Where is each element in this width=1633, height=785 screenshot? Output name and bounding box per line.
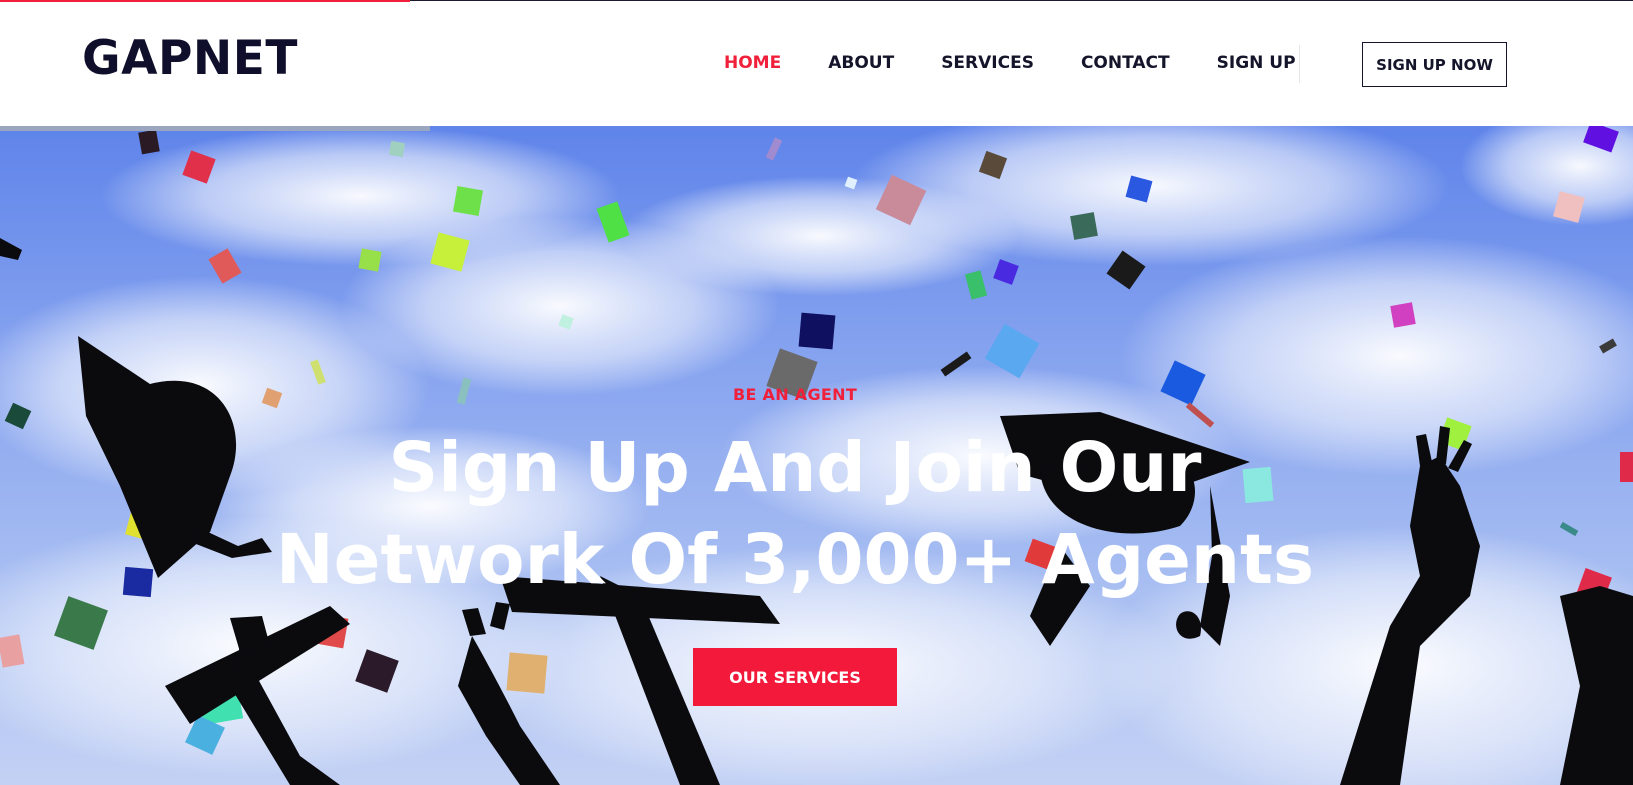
nav-item-about[interactable]: ABOUT xyxy=(828,53,894,73)
nav-item-contact[interactable]: CONTACT xyxy=(1081,53,1170,73)
page: GAPNET HOME ABOUT SERVICES CONTACT SIGN … xyxy=(0,0,1633,785)
logo[interactable]: GAPNET xyxy=(82,35,298,82)
nav-item-sign-up[interactable]: SIGN UP xyxy=(1217,53,1296,73)
main-nav: HOME ABOUT SERVICES CONTACT SIGN UP xyxy=(724,53,1296,73)
hero-headline-line-1: Sign Up And Join Our xyxy=(388,428,1202,508)
sign-up-now-button[interactable]: SIGN UP NOW xyxy=(1362,42,1507,87)
nav-divider xyxy=(1299,45,1300,83)
hero-headline: Sign Up And Join Our Network Of 3,000+ A… xyxy=(0,422,1590,606)
hero-eyebrow: BE AN AGENT xyxy=(732,385,858,404)
nav-item-home[interactable]: HOME xyxy=(724,53,781,73)
nav-item-services[interactable]: SERVICES xyxy=(941,53,1034,73)
page-progress-bar xyxy=(0,0,410,2)
hero-headline-line-2: Network Of 3,000+ Agents xyxy=(275,520,1315,600)
hero-content: BE AN AGENT Sign Up And Join Our Network… xyxy=(0,126,1633,785)
hero-section: BE AN AGENT Sign Up And Join Our Network… xyxy=(0,126,1633,785)
site-header: GAPNET HOME ABOUT SERVICES CONTACT SIGN … xyxy=(0,1,1633,126)
our-services-button[interactable]: OUR SERVICES xyxy=(693,648,897,706)
